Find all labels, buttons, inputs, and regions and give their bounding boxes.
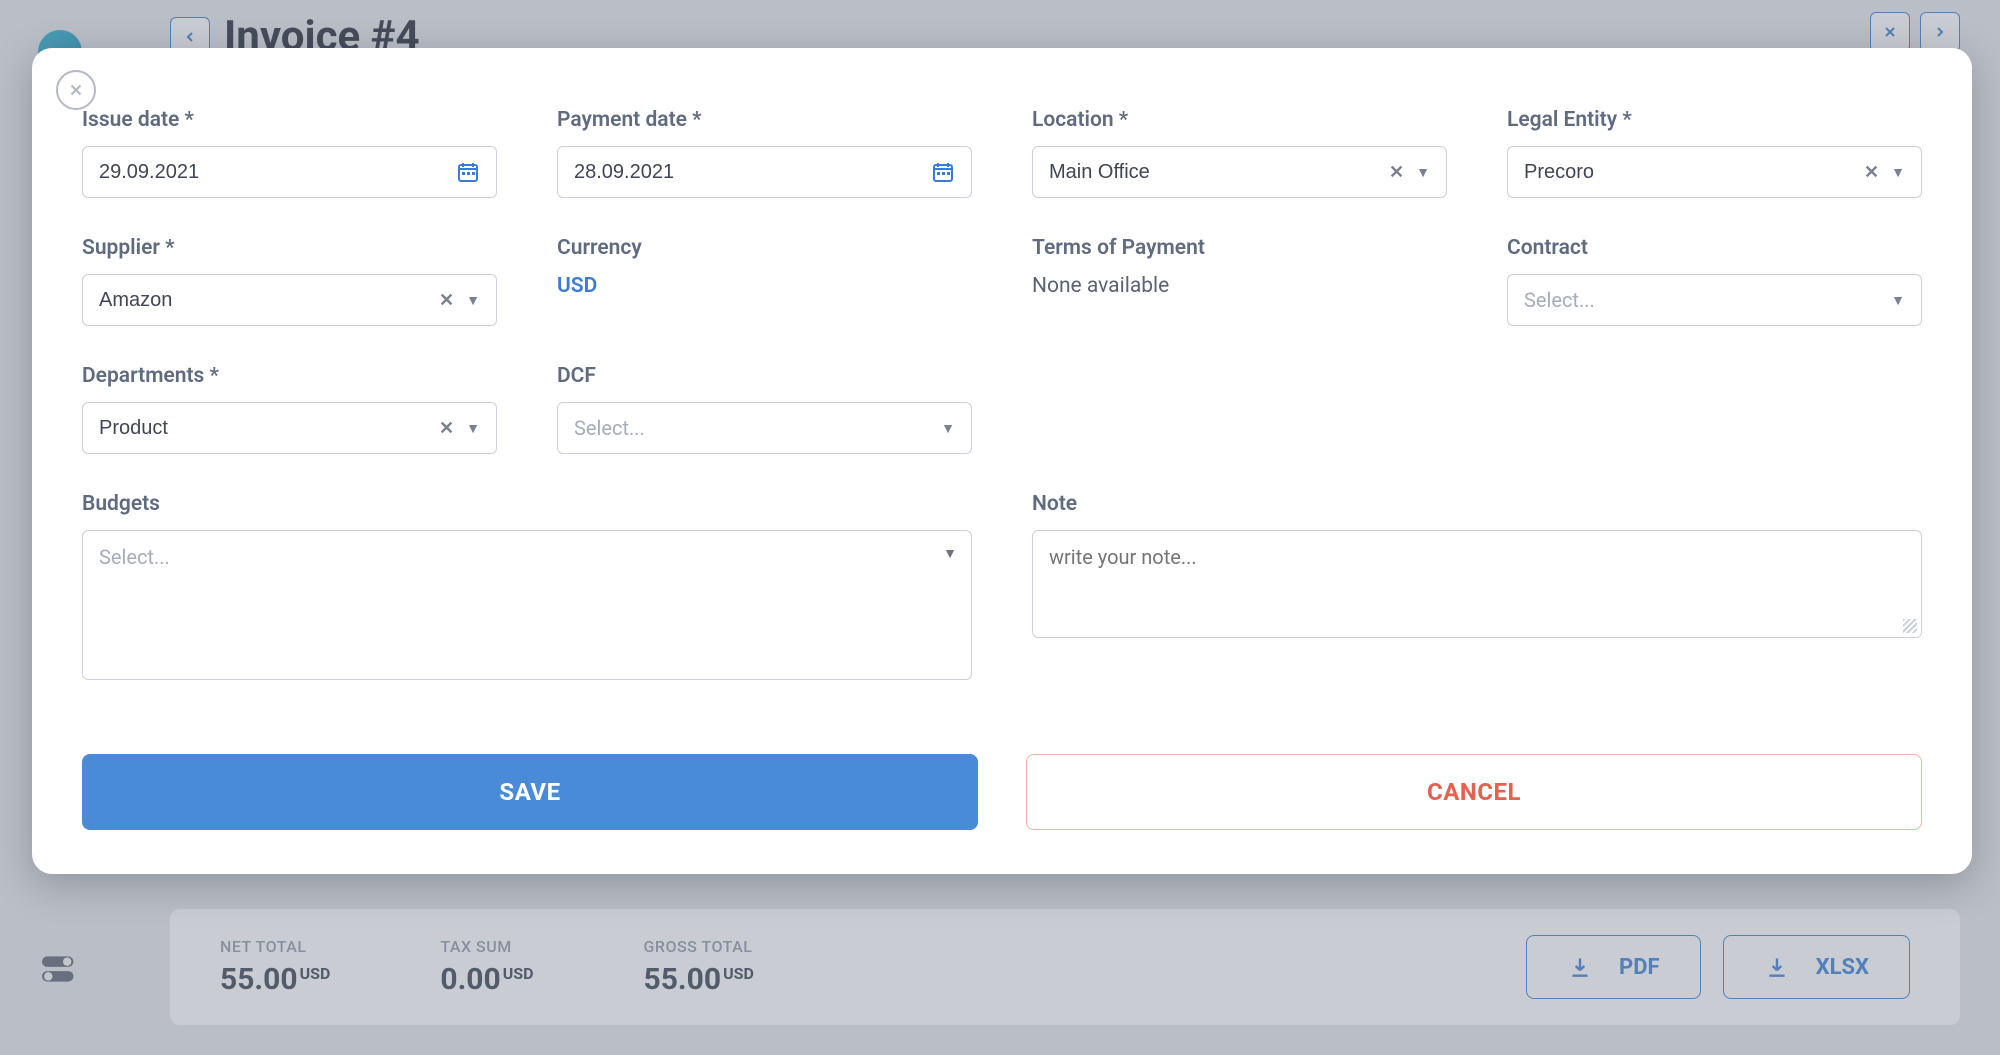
edit-invoice-modal: Issue date * Payment date * Location * — [32, 48, 1972, 874]
cancel-button[interactable]: CANCEL — [1026, 754, 1922, 830]
terms-of-payment-value: None available — [1032, 274, 1447, 298]
calendar-icon — [931, 160, 955, 184]
dcf-label: DCF — [557, 364, 972, 388]
contract-label: Contract — [1507, 236, 1922, 260]
supplier-label: Supplier * — [82, 236, 497, 260]
chevron-down-icon: ▼ — [466, 420, 480, 437]
dcf-placeholder: Select... — [574, 416, 645, 440]
save-button-label: SAVE — [499, 778, 560, 806]
payment-date-label: Payment date * — [557, 108, 972, 132]
payment-date-input[interactable] — [557, 146, 972, 198]
issue-date-input[interactable] — [82, 146, 497, 198]
terms-of-payment-label: Terms of Payment — [1032, 236, 1447, 260]
location-select[interactable]: ✕ ▼ — [1032, 146, 1447, 198]
chevron-down-icon: ▼ — [1416, 164, 1430, 181]
note-textarea-wrap — [1032, 530, 1922, 638]
payment-date-value[interactable] — [574, 161, 931, 184]
dcf-select[interactable]: Select... ▼ — [557, 402, 972, 454]
clear-icon[interactable]: ✕ — [439, 290, 454, 311]
note-textarea[interactable] — [1049, 545, 1879, 617]
legal-entity-label: Legal Entity * — [1507, 108, 1922, 132]
supplier-select[interactable]: ✕ ▼ — [82, 274, 497, 326]
contract-select[interactable]: Select... ▼ — [1507, 274, 1922, 326]
currency-label: Currency — [557, 236, 972, 260]
departments-label: Departments * — [82, 364, 497, 388]
issue-date-label: Issue date * — [82, 108, 497, 132]
budgets-select[interactable]: Select... ▼ — [82, 530, 972, 680]
clear-icon[interactable]: ✕ — [1864, 162, 1879, 183]
chevron-down-icon: ▼ — [943, 545, 957, 562]
resize-handle-icon[interactable] — [1903, 619, 1917, 633]
legal-entity-value[interactable] — [1524, 161, 1864, 184]
budgets-label: Budgets — [82, 492, 972, 516]
legal-entity-select[interactable]: ✕ ▼ — [1507, 146, 1922, 198]
calendar-icon — [456, 160, 480, 184]
location-label: Location * — [1032, 108, 1447, 132]
contract-placeholder: Select... — [1524, 288, 1595, 312]
save-button[interactable]: SAVE — [82, 754, 978, 830]
chevron-down-icon: ▼ — [941, 420, 955, 437]
clear-icon[interactable]: ✕ — [439, 418, 454, 439]
chevron-down-icon: ▼ — [466, 292, 480, 309]
close-modal-button[interactable] — [56, 70, 96, 110]
issue-date-value[interactable] — [99, 161, 456, 184]
budgets-placeholder: Select... — [99, 545, 170, 569]
chevron-down-icon: ▼ — [1891, 292, 1905, 309]
location-value[interactable] — [1049, 161, 1389, 184]
clear-icon[interactable]: ✕ — [1389, 162, 1404, 183]
departments-value[interactable] — [99, 417, 439, 440]
cancel-button-label: CANCEL — [1427, 778, 1521, 806]
note-label: Note — [1032, 492, 1922, 516]
supplier-value[interactable] — [99, 289, 439, 312]
currency-link[interactable]: USD — [557, 274, 972, 298]
chevron-down-icon: ▼ — [1891, 164, 1905, 181]
departments-select[interactable]: ✕ ▼ — [82, 402, 497, 454]
